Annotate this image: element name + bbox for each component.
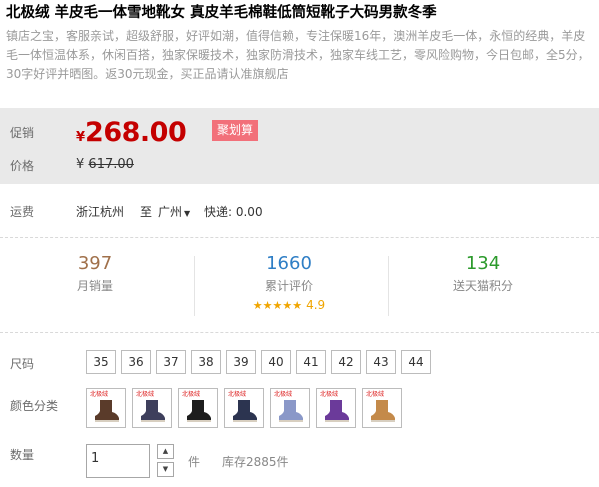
product-title: 北极绒 羊皮毛一体雪地靴女 真皮羊毛棉鞋低筒短靴子大码男款冬季 [6,5,437,21]
promo-price-value: 268.00 [85,117,187,148]
chevron-up-icon: ▲ [162,447,169,455]
product-subtitle: 镇店之宝，客服亲试，超级舒服，好评如潮，值得信赖，专注保暖16年，澳洲羊皮毛一体… [6,29,590,81]
rating-row: ★★★★★ 4.9 [194,296,384,314]
color-label: 颜色分类 [10,399,59,413]
quantity-label: 数量 [10,448,35,462]
reviews-value: 1660 [266,253,312,274]
size-option[interactable]: 43 [366,350,396,374]
quantity-input[interactable]: 1 [86,444,150,478]
quantity-unit: 件 [188,455,201,469]
juhuasuan-tag[interactable]: 聚划算 [212,120,259,141]
color-swatch[interactable]: 北极绒 [316,388,356,428]
ship-to-word: 至 [140,205,153,219]
monthly-sales-block: 397 月销量 [0,252,190,296]
size-label: 尺码 [10,357,35,371]
size-option[interactable]: 40 [261,350,291,374]
divider [0,237,599,238]
currency-symbol: ¥ [76,157,85,172]
size-option[interactable]: 41 [296,350,326,374]
quantity-increase-button[interactable]: ▲ [157,444,174,459]
size-options: 35 36 37 38 39 40 41 42 43 44 [86,350,431,374]
color-swatch[interactable]: 北极绒 [86,388,126,428]
rating-score: 4.9 [306,298,326,312]
monthly-sales-value: 397 [77,253,113,274]
price-label: 价格 [10,159,35,173]
original-price: ¥ 617.00 [76,157,134,172]
shipping-label: 运费 [10,205,35,219]
promo-price: ¥268.00 [76,117,187,148]
star-rating-icon: ★★★★★ [252,299,303,312]
original-price-value: 617.00 [88,157,134,172]
color-options: 北极绒 北极绒 北极绒 北极绒 北极绒 北极绒 北极绒 [86,388,402,428]
size-option[interactable]: 36 [121,350,151,374]
chestnut-boot-icon [371,400,395,422]
reviews-label: 累计评价 [264,279,313,293]
size-option[interactable]: 44 [401,350,431,374]
express-fee: 快递: 0.00 [204,205,263,219]
stock-count: 库存2885件 [222,455,289,469]
ship-to-value: 广州 [158,205,183,219]
size-option[interactable]: 39 [226,350,256,374]
black-boot-icon [187,400,211,422]
color-swatch[interactable]: 北极绒 [362,388,402,428]
monthly-sales-label: 月销量 [76,279,113,293]
dark-blue-boot-icon [233,400,257,422]
divider [0,332,599,333]
color-swatch[interactable]: 北极绒 [224,388,264,428]
color-swatch[interactable]: 北极绒 [178,388,218,428]
size-option[interactable]: 38 [191,350,221,374]
size-option[interactable]: 37 [156,350,186,374]
quantity-decrease-button[interactable]: ▼ [157,462,174,477]
light-blue-boot-icon [279,400,303,422]
size-option[interactable]: 42 [331,350,361,374]
ship-to-select[interactable]: 广州 ▼ [158,203,190,220]
color-swatch[interactable]: 北极绒 [132,388,172,428]
points-label: 送天猫积分 [452,279,513,293]
promo-label: 促销 [10,126,35,140]
brown-boot-icon [95,400,119,422]
points-value: 134 [465,253,501,274]
purple-boot-icon [325,400,349,422]
navy-boot-icon [141,400,165,422]
chevron-down-icon: ▼ [184,209,191,218]
color-swatch[interactable]: 北极绒 [270,388,310,428]
size-option[interactable]: 35 [86,350,116,374]
reviews-block[interactable]: 1660 累计评价 ★★★★★ 4.9 [194,252,384,314]
ship-from: 浙江杭州 [76,205,125,219]
chevron-down-icon: ▼ [162,465,169,473]
currency-symbol: ¥ [76,130,86,145]
points-block: 134 送天猫积分 [388,252,578,296]
